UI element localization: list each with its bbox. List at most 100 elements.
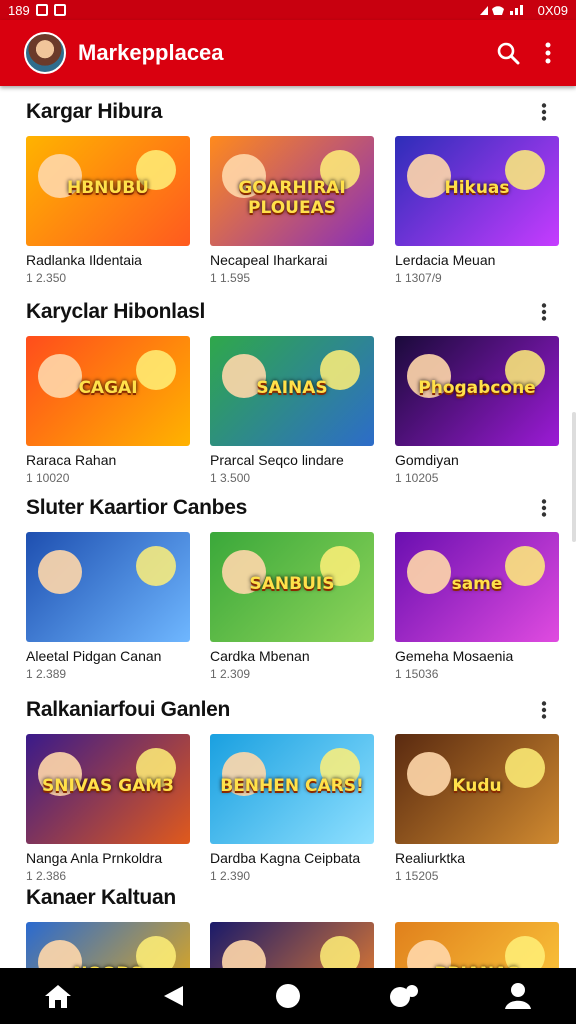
app-thumbnail[interactable]: Phogabcone xyxy=(395,336,559,446)
app-thumbnail[interactable]: Kudu xyxy=(395,734,559,844)
app-thumbnail[interactable]: Hikuas xyxy=(395,136,559,246)
app-title: Cardka Mbenan xyxy=(210,648,310,664)
app-card[interactable]: same Gemeha Mosaenia 1 15036 xyxy=(395,532,559,681)
avatar[interactable] xyxy=(24,32,66,74)
section-header: Sluter Kaartior Canbes xyxy=(0,492,576,524)
app-card[interactable]: SAINAS Prarcal Seqco lindare 1 3.500 xyxy=(210,336,374,485)
section-title: Ralkaniarfoui Ganlen xyxy=(26,698,231,721)
app-card[interactable]: BENHEN CARS! Dardba Kagna Ceipbata 1 2.390 xyxy=(210,734,374,883)
app-card[interactable]: SANBUIS Cardka Mbenan 1 2.309 xyxy=(210,532,374,681)
home-circle-icon xyxy=(275,984,300,1008)
app-card[interactable]: Aleetal Pidgan Canan 1 2.389 xyxy=(26,532,190,681)
status-time-left: 189 xyxy=(8,2,30,18)
app-title: Radlanka Ildentaia xyxy=(26,252,142,268)
section-more-button[interactable] xyxy=(534,300,554,324)
status-bar: 189 0X09 xyxy=(0,0,576,20)
app-install-count: 1 3.500 xyxy=(210,471,251,485)
app-install-count: 1 2.389 xyxy=(26,667,67,681)
app-title: Necapeal Iharkarai xyxy=(210,252,328,268)
app-title: Dardba Kagna Ceipbata xyxy=(210,850,361,866)
app-card[interactable]: NOODS xyxy=(26,922,190,968)
nav-home[interactable] xyxy=(28,968,88,1024)
signal-wifi-battery-icon xyxy=(479,5,523,15)
nav-home-circle[interactable] xyxy=(258,968,318,1024)
nav-recents[interactable] xyxy=(373,968,433,1024)
kebab-menu-icon xyxy=(541,499,547,517)
thumbnail-logo-text: SNIVAS GAM3 xyxy=(42,775,174,796)
section-more-button[interactable] xyxy=(534,100,554,124)
section-title: Kargar Hibura xyxy=(26,100,163,123)
app-card[interactable]: GOARHIRAI PLOUEAS Necapeal Iharkarai 1 1.5… xyxy=(210,136,374,285)
thumbnail-logo-text: GOARHIRAI PLOUEAS xyxy=(238,177,346,218)
character-illustration xyxy=(320,936,360,968)
app-card[interactable]: Kudu Realiurktka 1 15205 xyxy=(395,734,559,883)
app-install-count: 1 10020 xyxy=(26,471,70,485)
search-icon xyxy=(497,42,520,65)
app-thumbnail[interactable]: CAGAI xyxy=(26,336,190,446)
app-thumbnail[interactable]: SANBUIS xyxy=(210,532,374,642)
app-install-count: 1 10205 xyxy=(395,471,439,485)
app-thumbnail[interactable] xyxy=(210,922,374,968)
app-thumbnail[interactable]: SAINAS xyxy=(210,336,374,446)
kebab-menu-icon xyxy=(541,303,547,321)
app-install-count: 1 2.350 xyxy=(26,271,67,285)
character-illustration xyxy=(136,546,176,586)
notification-icon-2 xyxy=(53,4,66,16)
section-more-button[interactable] xyxy=(534,496,554,520)
thumbnail-logo-text: HBNUBU xyxy=(67,177,149,198)
section: Kargar Hibura HBNUBU Radlanka Ildentaia 1 2… xyxy=(0,96,576,285)
search-button[interactable] xyxy=(488,33,528,73)
app-bar: Markepplacea xyxy=(0,20,576,86)
app-title: Markepplacea xyxy=(78,40,224,65)
app-title: Realiurktka xyxy=(395,850,466,866)
nav-back[interactable] xyxy=(143,968,203,1024)
overflow-menu-button[interactable] xyxy=(528,33,568,73)
app-card[interactable] xyxy=(210,922,374,968)
app-thumbnail[interactable] xyxy=(26,532,190,642)
section: Kanaer Kaltuan NOODS BRIANAS xyxy=(0,882,576,968)
home-icon xyxy=(44,985,71,1008)
section-header: Ralkaniarfoui Ganlen xyxy=(0,694,576,726)
profile-icon xyxy=(505,983,532,1009)
app-install-count: 1 2.390 xyxy=(210,869,251,883)
kebab-menu-icon xyxy=(541,701,547,719)
bottom-nav-bar xyxy=(0,968,576,1024)
nav-profile[interactable] xyxy=(488,968,548,1024)
app-thumbnail[interactable]: GOARHIRAI PLOUEAS xyxy=(210,136,374,246)
kebab-menu-icon xyxy=(541,103,547,121)
character-illustration xyxy=(222,940,266,968)
app-card[interactable]: BRIANAS xyxy=(395,922,559,968)
section-more-button[interactable] xyxy=(534,698,554,722)
app-thumbnail[interactable]: NOODS xyxy=(26,922,190,968)
app-card[interactable]: Hikuas Lerdacia Meuan 1 1307/9 xyxy=(395,136,559,285)
app-thumbnail[interactable]: SNIVAS GAM3 xyxy=(26,734,190,844)
app-thumbnail[interactable]: BENHEN CARS! xyxy=(210,734,374,844)
app-title: Aleetal Pidgan Canan xyxy=(26,648,162,664)
app-card[interactable]: CAGAI Raraca Rahan 1 10020 xyxy=(26,336,190,485)
notification-icon xyxy=(35,4,48,16)
app-card[interactable]: SNIVAS GAM3 Nanga Anla Prnkoldra 1 2.386 xyxy=(26,734,190,883)
app-install-count: 1 15036 xyxy=(395,667,439,681)
marketplace-feed[interactable]: Kargar Hibura HBNUBU Radlanka Ildentaia 1 2… xyxy=(0,86,576,968)
thumbnail-logo-text: Kudu xyxy=(452,775,502,796)
app-card[interactable]: Phogabcone Gomdiyan 1 10205 xyxy=(395,336,559,485)
app-card[interactable]: HBNUBU Radlanka Ildentaia 1 2.350 xyxy=(26,136,190,285)
thumbnail-logo-text: BENHEN CARS! xyxy=(220,775,364,796)
app-install-count: 1 2.309 xyxy=(210,667,251,681)
section: Sluter Kaartior Canbes Aleetal Pidgan Can… xyxy=(0,492,576,681)
section-header: Kargar Hibura xyxy=(0,96,576,128)
app-thumbnail[interactable]: BRIANAS xyxy=(395,922,559,968)
section: Karyclar Hibonlasl CAGAI Raraca Rahan 1 100… xyxy=(0,296,576,485)
thumbnail-logo-text: Hikuas xyxy=(444,177,510,198)
back-icon xyxy=(163,986,183,1006)
app-thumbnail[interactable]: same xyxy=(395,532,559,642)
app-title: Gomdiyan xyxy=(395,452,459,468)
thumbnail-logo-text: Phogabcone xyxy=(418,377,536,398)
thumbnail-logo-text: SAINAS xyxy=(256,377,328,398)
app-title: Lerdacia Meuan xyxy=(395,252,496,268)
section-title: Kanaer Kaltuan xyxy=(26,886,176,909)
section: Ralkaniarfoui Ganlen SNIVAS GAM3 Nanga Anl… xyxy=(0,694,576,883)
app-install-count: 1 1.595 xyxy=(210,271,251,285)
app-title: Gemeha Mosaenia xyxy=(395,648,514,664)
app-thumbnail[interactable]: HBNUBU xyxy=(26,136,190,246)
